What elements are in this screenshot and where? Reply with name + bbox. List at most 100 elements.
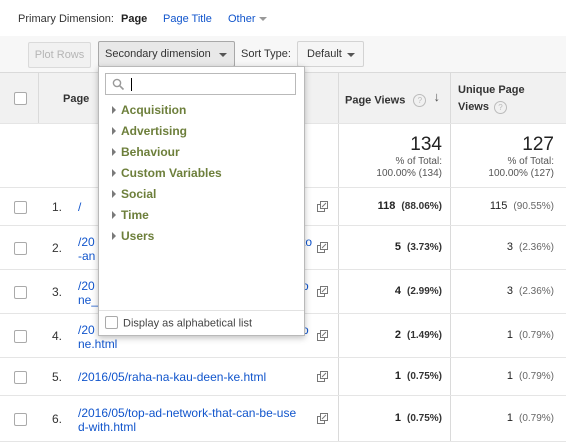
page-link[interactable]: /2016/05/raha-na-kau-deen-ke.html xyxy=(78,370,266,384)
unique-page-views-value: 3 (2.36%) xyxy=(507,285,554,297)
secondary-dimension-label: Secondary dimension xyxy=(105,48,211,60)
page-views-cell: 1 (0.75%) xyxy=(338,358,450,395)
page-views-header-text: Page Views xyxy=(345,94,406,107)
page-path-line1: / xyxy=(78,200,82,214)
page-views-count: 4 xyxy=(394,285,401,297)
page-link[interactable]: /20 -an xyxy=(78,235,95,263)
secondary-dimension-button[interactable]: Secondary dimension xyxy=(98,41,235,67)
table-row: 6. /2016/05/top-ad-network-that-can-be-us… xyxy=(0,396,566,442)
text-cursor xyxy=(131,78,132,91)
page-views-percent: (0.75%) xyxy=(406,371,442,382)
dimension-option-other[interactable]: Other xyxy=(228,13,267,25)
dimension-group-acquisition[interactable]: Acquisition xyxy=(112,103,186,117)
unique-page-views-count: 1 xyxy=(506,412,513,424)
expand-triangle-icon xyxy=(112,168,116,177)
page-link[interactable]: /20 ne_ xyxy=(78,279,98,307)
dimension-option-page[interactable]: Page xyxy=(121,13,147,25)
page-path-line2: ne_ xyxy=(78,293,99,307)
page-views-percent: (3.73%) xyxy=(406,242,442,253)
page-views-cell: 5 (3.73%) xyxy=(338,226,450,269)
dimension-group-time[interactable]: Time xyxy=(112,208,149,222)
select-all-cell xyxy=(0,73,38,123)
page-views-value: 5 (3.73%) xyxy=(395,241,442,253)
row-checkbox[interactable] xyxy=(14,201,27,214)
dimension-group-label: Social xyxy=(121,187,157,201)
page-views-total-sub: 100.00% (134) xyxy=(376,168,442,179)
help-icon[interactable]: ? xyxy=(494,100,507,114)
row-number: 6. xyxy=(52,412,63,426)
secondary-dimension-dropdown: Acquisition Advertising Behaviour Custom Va… xyxy=(98,66,305,336)
page-path-line2: ne.html xyxy=(78,337,118,351)
unique-page-views-column-header[interactable]: Unique Page Views? xyxy=(450,73,566,123)
page-views-percent: (0.75%) xyxy=(406,413,442,424)
row-checkbox[interactable] xyxy=(14,413,27,426)
page-views-value: 1 (0.75%) xyxy=(395,370,442,382)
expand-triangle-icon xyxy=(112,105,116,114)
unique-page-views-percent: (2.36%) xyxy=(518,286,554,297)
page-link[interactable]: / xyxy=(78,200,81,214)
unique-page-views-value: 1 (0.79%) xyxy=(507,370,554,382)
page-path-line2: -an xyxy=(78,249,96,263)
unique-page-views-value: 1 (0.79%) xyxy=(507,329,554,341)
page-path-line2: d-with.html xyxy=(78,420,137,434)
dimension-group-behaviour[interactable]: Behaviour xyxy=(112,145,180,159)
dimension-group-advertising[interactable]: Advertising xyxy=(112,124,187,138)
chevron-down-icon xyxy=(258,17,267,22)
page-views-cell: 2 (1.49%) xyxy=(338,314,450,357)
dimension-option-other-label: Other xyxy=(228,13,256,25)
dimension-search-input[interactable] xyxy=(105,73,296,95)
unique-page-views-count: 1 xyxy=(506,329,513,341)
help-icon[interactable]: ? xyxy=(413,94,427,107)
page-link[interactable]: /2016/05/top-ad-network-that-can-be-use d… xyxy=(78,406,296,434)
dimension-option-page-title[interactable]: Page Title xyxy=(163,13,212,25)
row-number: 5. xyxy=(52,370,63,384)
unique-page-views-cell: 3 (2.36%) xyxy=(450,226,566,269)
dimension-group-label: Advertising xyxy=(121,124,188,138)
expand-triangle-icon xyxy=(112,147,116,156)
unique-page-views-count: 1 xyxy=(506,370,513,382)
page-views-value: 118 (88.06%) xyxy=(378,200,442,212)
dimension-group-custom-variables[interactable]: Custom Variables xyxy=(112,166,222,180)
open-external-icon[interactable] xyxy=(317,413,328,424)
dimension-group-users[interactable]: Users xyxy=(112,229,154,243)
sort-type-value: Default xyxy=(307,48,342,60)
plot-rows-button[interactable]: Plot Rows xyxy=(28,42,91,68)
sort-type-label: Sort Type: xyxy=(241,48,291,60)
select-all-checkbox[interactable] xyxy=(14,92,27,105)
primary-dimension-bar: Primary Dimension: Page Page Title Other xyxy=(0,0,566,36)
open-external-icon[interactable] xyxy=(317,371,328,382)
open-external-icon[interactable] xyxy=(317,201,328,212)
unique-page-views-total-cell: 127 % of Total: 100.00% (127) xyxy=(450,124,566,187)
open-external-icon[interactable] xyxy=(317,242,328,253)
page-path-line1: /2016/05/raha-na-kau-deen-ke.html xyxy=(78,370,267,384)
open-external-icon[interactable] xyxy=(317,286,328,297)
alphabetical-list-option[interactable]: Display as alphabetical list xyxy=(105,316,252,330)
unique-page-views-count: 3 xyxy=(506,241,513,253)
page-views-count: 1 xyxy=(394,370,401,382)
row-number: 2. xyxy=(52,241,63,255)
row-checkbox[interactable] xyxy=(14,286,27,299)
sort-descending-icon[interactable]: ↓ xyxy=(434,89,441,104)
alphabetical-list-checkbox[interactable] xyxy=(105,316,118,329)
unique-page-views-cell: 1 (0.79%) xyxy=(450,314,566,357)
unique-page-views-header-text: Unique Page Views xyxy=(458,84,525,113)
page-views-column-header[interactable]: Page Views? ↓ xyxy=(338,73,450,123)
unique-page-views-percent: (2.36%) xyxy=(518,242,554,253)
table-row: 5. /2016/05/raha-na-kau-deen-ke.html 1 (0.7… xyxy=(0,358,566,396)
page-views-count: 5 xyxy=(394,241,401,253)
search-icon xyxy=(112,78,125,91)
primary-dimension-label: Primary Dimension: xyxy=(18,13,114,25)
row-checkbox[interactable] xyxy=(14,242,27,255)
dimension-group-label: Custom Variables xyxy=(121,166,222,180)
page-views-cell: 118 (88.06%) xyxy=(338,188,450,225)
chevron-down-icon xyxy=(219,53,227,57)
open-external-icon[interactable] xyxy=(317,330,328,341)
unique-page-views-cell: 1 (0.79%) xyxy=(450,358,566,395)
page-views-percent: (88.06%) xyxy=(401,201,442,212)
sort-type-select[interactable]: Default xyxy=(297,41,364,67)
dimension-group-label: Acquisition xyxy=(121,103,187,117)
row-number: 3. xyxy=(52,285,63,299)
row-checkbox[interactable] xyxy=(14,371,27,384)
dimension-group-social[interactable]: Social xyxy=(112,187,156,201)
row-checkbox[interactable] xyxy=(14,330,27,343)
